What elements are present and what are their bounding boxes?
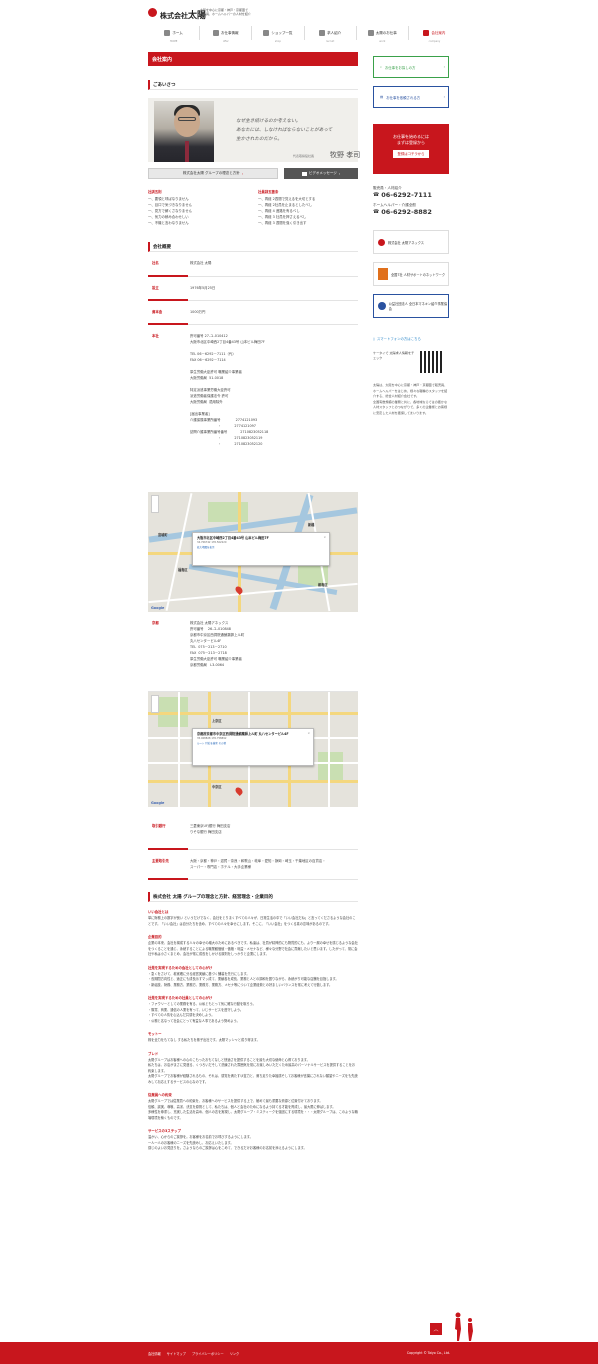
site-description: 太陽は、大阪を中心に京都・神戸・京都圏で販売員、ホームヘルパーをはじめ、様々な職… [373,383,448,415]
document-icon: ▤ [380,95,384,99]
chevron-right-icon: › [338,171,341,176]
map-zoom-control[interactable] [151,695,159,713]
greeting-message: なぜ生き続けるのか考えない。 あなたには、しなければならないことがあって 生かさ… [236,119,333,142]
ceo-name: 牧野 孝司 [330,151,361,159]
nav-home[interactable]: ホーム HOME [148,26,201,43]
footer: 会社情報 サイトマップ プライバシーポリシー リンク Copyright © T… [0,1342,598,1364]
banner-annex[interactable]: 株式会社 太陽アネックス [373,230,449,254]
footer-link-links[interactable]: リンク [230,1351,240,1356]
pledge-section: 社訓五則 一、要領と呼ばなりません 一、目口で気づきなりません 一、見方で解くさ… [148,189,358,226]
shop-icon [263,30,270,36]
copyright: Copyright © Taiyo Co., Ltd. [406,1351,450,1355]
tel-sales[interactable]: ☎ 06-6292-7111 [373,191,449,199]
table-row: 本社 許可番号 27-ユ-010412 大阪市北区中崎西2丁目4番43号 山本ビル… [152,334,269,446]
chevron-right-icon: › [443,65,445,69]
overview-heading: 会社概要 [148,242,358,252]
global-nav: ホーム HOME お仕事情報 offer ショップ一覧 shop 求人紹介 recrui… [148,26,460,43]
smartphone-link[interactable]: ▯ スマートフォンの方はこちら [373,336,449,342]
video-message-button[interactable]: ビデオメッセージ › [284,168,358,179]
briefcase-icon [367,30,374,36]
tel-helper[interactable]: ☎ 06-6292-8882 [373,208,449,216]
logo-icon[interactable] [148,8,157,17]
chevron-right-icon: › [443,95,445,99]
map-info-window: 京都府京都市中京区西洞院通蛸薬師上ル町 丸八センタービル4F 35.008828… [192,728,314,766]
phone-icon: ☎ [373,192,380,198]
document-icon [213,30,219,36]
footer-link-company[interactable]: 会社情報 [148,1351,161,1356]
chevron-right-icon: › [241,171,244,176]
tagline: 大阪を中心に京都・神戸・京都圏で 販売員、ホームヘルパーの人材を紹介 [200,8,251,16]
qr-section: ケータイで 太陽求人情報をチェック [373,351,449,373]
table-row: 社名 株式会社 太陽 [148,252,358,277]
map-pin-icon[interactable] [234,786,244,796]
pledge-left: 社訓五則 一、要領と呼ばなりません 一、目口で気づきなりません 一、見方で解くさ… [148,190,192,225]
phone-icon: ☎ [373,209,380,215]
close-icon[interactable]: × [323,535,326,539]
nav-work[interactable]: 太陽のお仕事 work [357,26,409,43]
table-row: 設立 1976年5月25日 [148,277,358,301]
smartphone-icon: ▯ [373,336,375,341]
register-cta[interactable]: お仕事を始めるには まずは登録から 登録はコチラから [373,124,449,174]
silhouette-illustration [455,1312,473,1341]
table-row: 取引銀行 三菱東京UFJ銀行 梅田支店 りそな銀行 梅田支店 [148,815,358,850]
nav-recruit[interactable]: 求人紹介 recruit [305,26,357,43]
map-kyoto[interactable]: 上京区 中京区 京都府京都市中京区西洞院通蛸薬師上ル町 丸八センタービル4F 3… [148,692,358,807]
google-logo: Google [151,801,165,805]
philosophy-section: 株式会社 太陽 グループの理念と方針、経営理念・企業目的 いい会社とは 単に財務… [148,892,358,1152]
banner-association[interactable]: 公益社団法人 全日本マネキン紹介事業協会 [373,294,449,318]
pledge-right: 社員訓五箇条 一、再経 2週間で覚えるを大切とする 一、再経 2社員を止まるとし… [258,190,316,225]
footer-link-privacy[interactable]: プライバシーポリシー [192,1351,224,1356]
google-logo: Google [151,606,165,610]
nav-shop[interactable]: ショップ一覧 shop [252,26,305,43]
association-icon [378,302,386,310]
page-top-button[interactable]: ︿ [430,1323,442,1335]
map-info-window: 大阪市北区中崎西2丁目4番43号 山本ビル梅田7F 34.706742 135.… [192,532,330,566]
qr-code [420,351,442,373]
banner-network[interactable]: 全国7社 人材サポートのネットワーク [373,262,449,286]
ceo-photo [154,101,214,162]
main-content: 会社案内 ごあいさつ なぜ生き続けるのか考えない。 あなたには、しなければならな… [148,52,361,1152]
nav-company[interactable]: 会社案内 company [409,26,460,43]
ceo-title: 代表取締役社長 [293,154,315,158]
greeting-box: なぜ生き続けるのか考えない。 あなたには、しなければならないことがあって 生かさ… [148,98,361,162]
video-icon [301,171,307,176]
register-button[interactable]: 登録はコチラから [393,150,429,158]
table-row: 資本金 1000万円 [148,301,358,325]
nav-offer[interactable]: お仕事情報 offer [200,26,253,43]
greeting-heading: ごあいさつ [148,80,358,90]
job-search-button[interactable]: ⌕ お仕事をお探しの方 › [373,56,449,78]
philosophy-button[interactable]: 株式会社太陽 グループの理念と方針 › [148,168,278,179]
footer-nav: 会社情報 サイトマップ プライバシーポリシー リンク [148,1351,239,1356]
map-osaka[interactable]: 宮城町 福島区 新橋 都島区 大阪市北区中崎西2丁目4番43号 山本ビル梅田7F… [148,492,358,612]
building-icon [423,30,430,36]
sidebar: ⌕ お仕事をお探しの方 › ▤ お仕事を依頼される方 › お仕事を始めるには まずは登録… [373,56,449,416]
philosophy-heading: 株式会社 太陽 グループの理念と方針、経営理念・企業目的 [148,892,358,902]
people-icon [319,30,326,36]
page-title: 会社案内 [148,52,358,66]
table-row: 京都 株式会社 太陽アネックス 許可番号 26-ユ-010848 京都市中京区西洞… [148,612,358,692]
logo-icon [378,238,385,246]
map-zoom-control[interactable] [151,495,159,513]
search-icon: ⌕ [380,65,382,69]
greeting-buttons: 株式会社太陽 グループの理念と方針 › ビデオメッセージ › [148,168,358,179]
table-row: 主要取引先 大阪・京都・神戸・滋賀・奈良・和歌山・岐阜・愛知・静岡・埼玉・千葉地区… [148,850,358,880]
close-icon[interactable]: × [307,731,310,735]
home-icon [164,30,171,36]
footer-link-sitemap[interactable]: サイトマップ [167,1351,186,1356]
network-icon [378,268,388,280]
job-request-button[interactable]: ▤ お仕事を依頼される方 › [373,86,449,108]
chevron-up-icon: ︿ [433,1326,439,1333]
